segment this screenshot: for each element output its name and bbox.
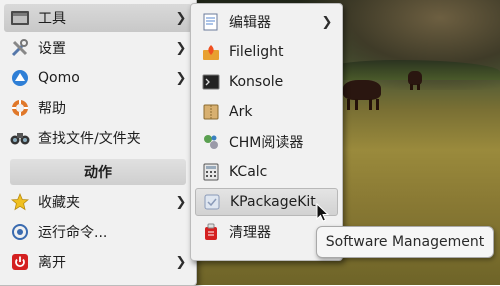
submenu-item-label: 编辑器 (229, 15, 271, 31)
submenu-item-label: KCalc (229, 164, 268, 180)
menu-item-label: 帮助 (38, 101, 66, 117)
submenu-item-label: Ark (229, 104, 253, 120)
chevron-right-icon: ❯ (321, 14, 333, 30)
cow-image (343, 80, 381, 110)
menu-item-label: 离开 (38, 255, 66, 271)
submenu-item-kcalc[interactable]: KCalc (195, 158, 338, 186)
chevron-right-icon: ❯ (175, 194, 187, 210)
menu-item-label: 工具 (38, 11, 66, 27)
menu-item-favorites[interactable]: 收藏夹 ❯ (4, 188, 192, 216)
run-icon (10, 222, 30, 242)
terminal-icon (201, 72, 221, 92)
menu-item-label: Qomo (38, 70, 80, 86)
menu-item-tools[interactable]: 工具 ❯ (4, 4, 192, 32)
menu-item-settings[interactable]: 设置 ❯ (4, 34, 192, 62)
main-menu: 工具 ❯ 设置 ❯ Qomo ❯ 帮助 查找文件/文件夹 动作 收藏夹 ❯ 运行… (0, 0, 197, 286)
tools-icon (10, 8, 30, 28)
chevron-right-icon: ❯ (175, 70, 187, 86)
calculator-icon (201, 162, 221, 182)
menu-item-leave[interactable]: 离开 ❯ (4, 248, 192, 276)
qomo-icon (10, 68, 30, 88)
cow-image (408, 71, 422, 90)
editor-icon (201, 12, 221, 32)
mouse-cursor-icon (316, 202, 330, 223)
submenu-item-chm-reader[interactable]: CHM阅读器 (195, 128, 338, 156)
cleaner-icon (201, 222, 221, 242)
menu-item-run-command[interactable]: 运行命令... (4, 218, 192, 246)
submenu-item-label: CHM阅读器 (229, 135, 304, 151)
chevron-right-icon: ❯ (175, 40, 187, 56)
archive-icon (201, 102, 221, 122)
menu-item-label: 查找文件/文件夹 (38, 131, 141, 147)
menu-item-label: 设置 (38, 41, 66, 57)
tooltip: Software Management (316, 226, 494, 258)
settings-icon (10, 38, 30, 58)
menu-item-label: 运行命令... (38, 225, 108, 241)
filelight-icon (201, 42, 221, 62)
section-header-actions: 动作 (10, 159, 186, 185)
submenu-item-ark[interactable]: Ark (195, 98, 338, 126)
submenu-item-filelight[interactable]: Filelight (195, 38, 338, 66)
submenu-item-label: Filelight (229, 44, 284, 60)
star-icon (10, 192, 30, 212)
submenu-item-konsole[interactable]: Konsole (195, 68, 338, 96)
submenu-item-editor[interactable]: 编辑器 ❯ (195, 8, 338, 36)
help-icon (10, 98, 30, 118)
menu-item-label: 收藏夹 (38, 195, 80, 211)
chevron-right-icon: ❯ (175, 254, 187, 270)
menu-item-qomo[interactable]: Qomo ❯ (4, 64, 192, 92)
menu-item-find-files[interactable]: 查找文件/文件夹 (4, 124, 192, 152)
menu-item-help[interactable]: 帮助 (4, 94, 192, 122)
package-icon (202, 192, 222, 212)
submenu-item-label: Konsole (229, 74, 284, 90)
binoculars-icon (10, 128, 30, 148)
chevron-right-icon: ❯ (175, 10, 187, 26)
chm-reader-icon (201, 132, 221, 152)
power-icon (10, 252, 30, 272)
